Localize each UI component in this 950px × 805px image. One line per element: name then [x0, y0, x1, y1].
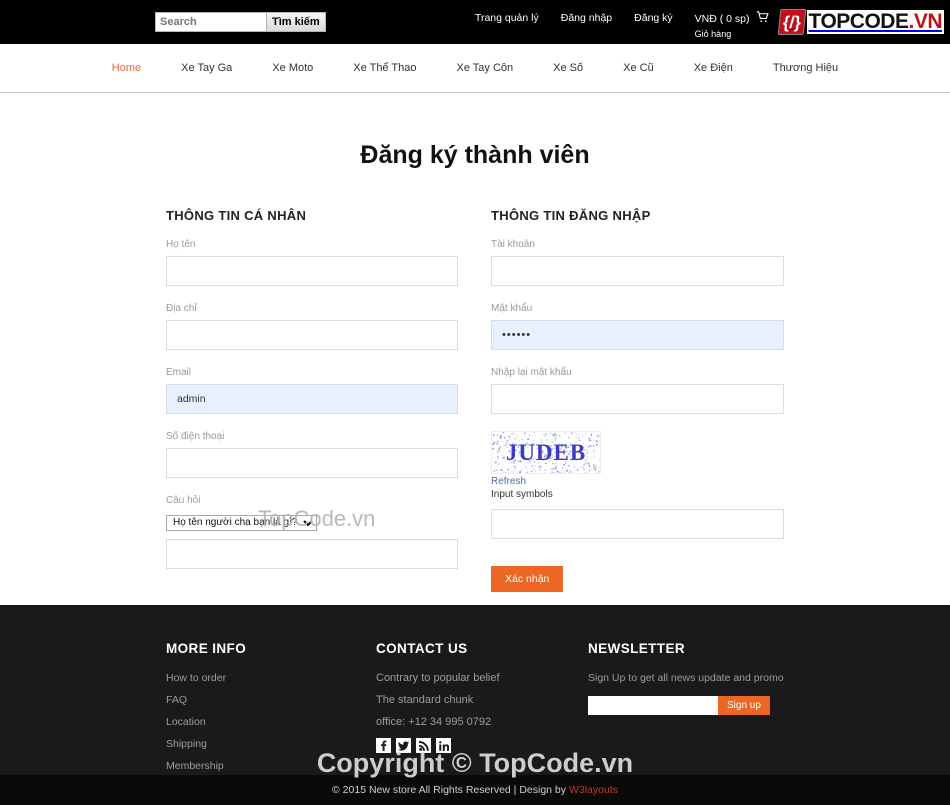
security-answer-input[interactable]	[166, 539, 458, 569]
captcha-text: JUDEB	[506, 440, 586, 466]
fullname-label: Họ tên	[166, 239, 458, 250]
captcha-input-label: Input symbols	[491, 489, 784, 500]
account-input[interactable]	[491, 256, 784, 286]
personal-info-heading: THÔNG TIN CÁ NHÂN	[166, 208, 458, 223]
address-label: Địa chỉ	[166, 303, 458, 314]
cart-currency-total: VNĐ ( 0 sp)	[695, 13, 750, 25]
register-form-columns: THÔNG TIN CÁ NHÂN Họ tên Địa chỉ Email S…	[0, 208, 950, 592]
logo-name: TOPCODE	[809, 10, 909, 33]
personal-info-column: THÔNG TIN CÁ NHÂN Họ tên Địa chỉ Email S…	[166, 208, 458, 592]
account-info-heading: THÔNG TIN ĐĂNG NHẬP	[491, 208, 784, 223]
more-info-heading: MORE INFO	[166, 641, 376, 656]
footer-link-2[interactable]: Location	[166, 716, 376, 728]
site-logo[interactable]: {/} TOPCODE.VN	[779, 9, 944, 35]
nav-item-7[interactable]: Xe Điện	[674, 62, 753, 74]
footer-columns: MORE INFO How to order FAQ Location Shippin…	[166, 641, 784, 782]
contact-line-1: The standard chunk	[376, 694, 588, 706]
copyright-text: © 2015 New store All Rights Reserved | D…	[332, 784, 618, 796]
password-label: Mật khẩu	[491, 303, 784, 314]
social-links	[376, 738, 588, 753]
footer-newsletter: NEWSLETTER Sign Up to get all news updat…	[588, 641, 784, 782]
phone-input[interactable]	[166, 448, 458, 478]
contact-line-0: Contrary to popular belief	[376, 672, 588, 684]
password-input[interactable]	[491, 320, 784, 350]
main-navigation: Home Xe Tay Ga Xe Moto Xe Thể Thao Xe Tay Cô…	[0, 44, 950, 93]
cart-widget[interactable]: VNĐ ( 0 sp) Giỏ hàng	[695, 11, 769, 39]
account-label: Tài khoản	[491, 239, 784, 250]
email-label: Email	[166, 367, 458, 378]
footer-more-info: MORE INFO How to order FAQ Location Shippin…	[166, 641, 376, 782]
search-form: Tìm kiếm	[155, 12, 326, 32]
newsletter-description: Sign Up to get all news update and promo	[588, 672, 784, 684]
header-link-admin[interactable]: Trang quản lý	[475, 12, 539, 24]
newsletter-heading: NEWSLETTER	[588, 641, 784, 656]
contact-heading: CONTACT US	[376, 641, 588, 656]
phone-label: Số điện thoại	[166, 431, 458, 442]
address-input[interactable]	[166, 320, 458, 350]
submit-register-button[interactable]: Xác nhận	[491, 566, 563, 592]
nav-item-8[interactable]: Thương Hiệu	[753, 62, 858, 74]
nav-item-1[interactable]: Xe Tay Ga	[161, 62, 252, 74]
twitter-icon[interactable]	[396, 738, 411, 753]
contact-lines: Contrary to popular belief The standard c…	[376, 672, 588, 728]
cart-label: Giỏ hàng	[695, 29, 769, 39]
search-input[interactable]	[156, 13, 266, 31]
email-input[interactable]	[166, 384, 458, 414]
newsletter-signup-button[interactable]: Sign up	[718, 696, 770, 715]
more-info-links: How to order FAQ Location Shipping Membershi…	[166, 672, 376, 772]
top-header-bar: Tìm kiếm Trang quản lý Đăng nhập Đăng ký…	[0, 0, 950, 44]
nav-item-5[interactable]: Xe Số	[533, 62, 603, 74]
nav-item-3[interactable]: Xe Thể Thao	[333, 62, 436, 74]
captcha-image: JUDEB	[491, 431, 601, 474]
contact-line-2: office: +12 34 995 0792	[376, 716, 588, 728]
rss-icon[interactable]	[416, 738, 431, 753]
nav-item-4[interactable]: Xe Tay Côn	[436, 62, 533, 74]
footer-link-3[interactable]: Shipping	[166, 738, 376, 750]
header-link-register[interactable]: Đăng ký	[634, 12, 673, 24]
confirm-password-label: Nhập lại mật khẩu	[491, 367, 784, 378]
security-question-select[interactable]: Họ tên người cha bạn là gì?	[166, 515, 317, 531]
nav-item-0[interactable]: Home	[92, 62, 161, 74]
fullname-input[interactable]	[166, 256, 458, 286]
linkedin-icon[interactable]	[436, 738, 451, 753]
nav-item-6[interactable]: Xe Cũ	[603, 62, 674, 74]
captcha-input[interactable]	[491, 509, 784, 539]
logo-tld: .VN	[908, 10, 942, 33]
header-right-group: Trang quản lý Đăng nhập Đăng ký VNĐ ( 0 …	[475, 0, 950, 44]
nav-items: Home Xe Tay Ga Xe Moto Xe Thể Thao Xe Tay Cô…	[92, 62, 858, 74]
page-title: Đăng ký thành viên	[0, 141, 950, 170]
account-info-column: THÔNG TIN ĐĂNG NHẬP Tài khoản Mật khẩu N…	[491, 208, 784, 592]
site-footer: MORE INFO How to order FAQ Location Shippin…	[0, 605, 950, 775]
copyright-prefix: © 2015 New store All Rights Reserved | D…	[332, 784, 569, 796]
header-link-login[interactable]: Đăng nhập	[561, 12, 612, 24]
footer-link-4[interactable]: Membership	[166, 760, 376, 772]
confirm-password-input[interactable]	[491, 384, 784, 414]
footer-contact: CONTACT US Contrary to popular belief The…	[376, 641, 588, 782]
newsletter-email-input[interactable]	[588, 696, 718, 715]
footer-link-0[interactable]: How to order	[166, 672, 376, 684]
security-question-label: Câu hỏi	[166, 495, 458, 506]
nav-item-2[interactable]: Xe Moto	[252, 62, 333, 74]
captcha-refresh-link[interactable]: Refresh	[491, 476, 784, 487]
newsletter-form: Sign up	[588, 696, 784, 715]
main-content: Đăng ký thành viên THÔNG TIN CÁ NHÂN Họ …	[0, 93, 950, 605]
logo-text: TOPCODE.VN	[807, 10, 944, 34]
cart-icon	[756, 11, 769, 26]
facebook-icon[interactable]	[376, 738, 391, 753]
logo-bracket-icon: {/}	[777, 9, 806, 35]
search-submit-button[interactable]: Tìm kiếm	[266, 13, 325, 31]
w3layouts-link[interactable]: W3layouts	[569, 784, 618, 796]
footer-link-1[interactable]: FAQ	[166, 694, 376, 706]
